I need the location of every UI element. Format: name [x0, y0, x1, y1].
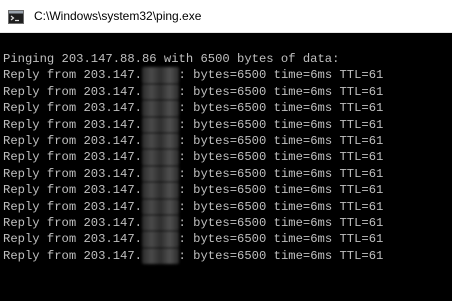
reply-line: Reply from 203.147.88.86: bytes=6500 tim…: [3, 149, 384, 166]
redacted-ip-octets: 88.86: [141, 165, 179, 183]
redacted-ip-octets: 88.86: [141, 83, 179, 101]
reply-details: : bytes=6500 time=6ms TTL=61: [178, 183, 384, 198]
console-app-icon: [8, 10, 24, 24]
redacted-ip-octets: 88.86: [141, 149, 179, 166]
reply-line: Reply from 203.147.88.86: bytes=6500 tim…: [3, 165, 384, 183]
window-title: C:\Windows\system32\ping.exe: [34, 9, 202, 23]
redacted-ip-octets: 88.86: [141, 100, 179, 117]
redacted-ip-octets: 88.86: [141, 132, 179, 150]
reply-details: : bytes=6500 time=6ms TTL=61: [178, 150, 384, 165]
reply-details: : bytes=6500 time=6ms TTL=61: [178, 248, 384, 263]
reply-details: : bytes=6500 time=6ms TTL=61: [178, 232, 384, 247]
reply-details: : bytes=6500 time=6ms TTL=61: [178, 133, 384, 148]
reply-details: : bytes=6500 time=6ms TTL=61: [178, 166, 384, 181]
reply-line: Reply from 203.147.88.86: bytes=6500 tim…: [3, 83, 384, 101]
reply-prefix: Reply from 203.147.: [3, 248, 142, 263]
reply-line: Reply from 203.147.88.86: bytes=6500 tim…: [3, 132, 384, 150]
reply-prefix: Reply from 203.147.: [3, 199, 142, 214]
reply-prefix: Reply from 203.147.: [3, 117, 142, 132]
ping-header-line: Pinging 203.147.88.86 with 6500 bytes of…: [3, 52, 340, 66]
reply-prefix: Reply from 203.147.: [3, 232, 142, 247]
reply-details: : bytes=6500 time=6ms TTL=61: [178, 84, 384, 99]
reply-details: : bytes=6500 time=6ms TTL=61: [178, 215, 384, 230]
console-output[interactable]: Pinging 203.147.88.86 with 6500 bytes of…: [0, 33, 452, 301]
console-window: C:\Windows\system32\ping.exe Pinging 203…: [0, 0, 452, 301]
reply-prefix: Reply from 203.147.: [3, 150, 142, 165]
redacted-ip-octets: 88.86: [141, 116, 179, 133]
reply-prefix: Reply from 203.147.: [3, 68, 142, 83]
reply-prefix: Reply from 203.147.: [3, 215, 142, 230]
redacted-ip-octets: 88.86: [141, 214, 179, 232]
reply-line: Reply from 203.147.88.86: bytes=6500 tim…: [3, 214, 384, 232]
console-lines: Pinging 203.147.88.86 with 6500 bytes of…: [3, 51, 384, 265]
redacted-ip-octets: 88.86: [141, 247, 179, 265]
reply-details: : bytes=6500 time=6ms TTL=61: [178, 101, 384, 116]
reply-line: Reply from 203.147.88.86: bytes=6500 tim…: [3, 116, 384, 133]
reply-line: Reply from 203.147.88.86: bytes=6500 tim…: [3, 247, 384, 265]
title-bar[interactable]: C:\Windows\system32\ping.exe: [0, 0, 452, 33]
reply-details: : bytes=6500 time=6ms TTL=61: [178, 68, 384, 83]
reply-line: Reply from 203.147.88.86: bytes=6500 tim…: [3, 182, 384, 199]
reply-prefix: Reply from 203.147.: [3, 84, 142, 99]
reply-prefix: Reply from 203.147.: [3, 101, 142, 116]
reply-prefix: Reply from 203.147.: [3, 183, 142, 198]
redacted-ip-octets: 88.86: [141, 198, 179, 215]
redacted-ip-octets: 88.86: [141, 231, 179, 248]
reply-line: Reply from 203.147.88.86: bytes=6500 tim…: [3, 231, 384, 248]
reply-prefix: Reply from 203.147.: [3, 166, 142, 181]
reply-line: Reply from 203.147.88.86: bytes=6500 tim…: [3, 198, 384, 215]
reply-details: : bytes=6500 time=6ms TTL=61: [178, 199, 384, 214]
redacted-ip-octets: 88.86: [141, 182, 179, 199]
reply-prefix: Reply from 203.147.: [3, 133, 142, 148]
reply-line: Reply from 203.147.88.86: bytes=6500 tim…: [3, 67, 384, 84]
reply-line: Reply from 203.147.88.86: bytes=6500 tim…: [3, 100, 384, 117]
reply-details: : bytes=6500 time=6ms TTL=61: [178, 117, 384, 132]
redacted-ip-octets: 88.86: [141, 67, 179, 84]
